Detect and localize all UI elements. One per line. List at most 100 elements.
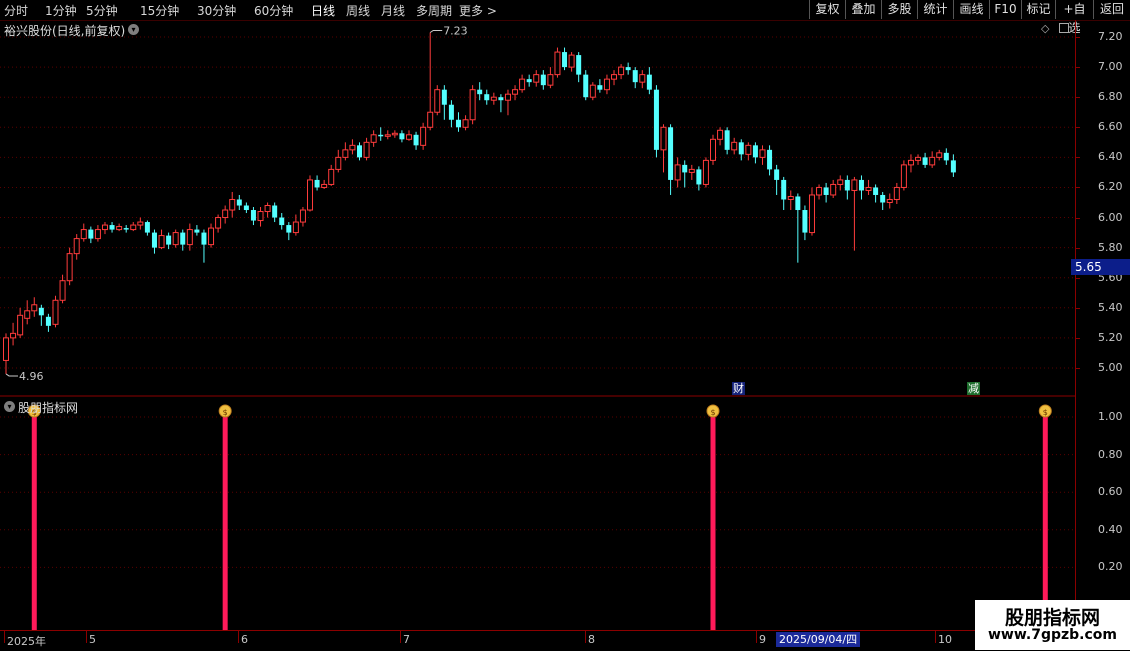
candle-body: [286, 225, 292, 233]
price-tick-label: 6.60: [1098, 120, 1123, 134]
candle-body: [808, 194, 815, 234]
candle-body: [10, 332, 17, 339]
candle-body: [420, 126, 427, 146]
candle-body: [17, 314, 24, 336]
period-tab-6[interactable]: 日线: [311, 2, 335, 19]
toolbar-button-6[interactable]: 标记: [1021, 0, 1055, 19]
candle-body: [568, 54, 575, 68]
candle-body: [292, 221, 299, 234]
date-label: 10: [938, 633, 952, 646]
period-tab-4[interactable]: 30分钟: [197, 2, 236, 19]
candle-body: [342, 149, 349, 158]
candle-body: [504, 93, 511, 101]
candle-body: [88, 229, 94, 239]
toolbar-button-5[interactable]: F10: [989, 0, 1021, 19]
period-tab-10[interactable]: 更多 >: [459, 2, 497, 19]
candle-body: [434, 89, 441, 113]
finance-tag[interactable]: 财: [732, 382, 745, 395]
current-price-tag: 5.65: [1071, 259, 1130, 275]
period-tab-0[interactable]: 分时: [4, 2, 28, 19]
signal-bar: [710, 417, 716, 630]
price-tick: [1075, 127, 1080, 129]
candle-body: [59, 280, 66, 301]
period-tab-2[interactable]: 5分钟: [86, 2, 118, 19]
candle-body: [441, 89, 447, 105]
indicator-tick-label: 0.40: [1098, 522, 1123, 536]
candle-body: [109, 225, 115, 230]
toolbar-button-1[interactable]: 叠加: [845, 0, 881, 19]
candle-body: [321, 183, 328, 188]
candle-body: [731, 141, 738, 151]
price-tick: [1075, 307, 1080, 309]
date-tick: [4, 631, 5, 643]
price-tick: [1075, 97, 1080, 99]
candle-body: [130, 224, 137, 231]
candle-body: [45, 316, 51, 326]
price-tick-label: 5.20: [1098, 330, 1123, 344]
date-tick: [585, 631, 586, 643]
date-tick: [400, 631, 401, 643]
candle-body: [484, 94, 490, 101]
high-price-label: 7.23: [443, 25, 468, 38]
candle-body: [519, 78, 526, 91]
candle-body: [201, 232, 207, 245]
date-tick: [86, 631, 87, 643]
toolbar-button-7[interactable]: +自选: [1055, 0, 1093, 35]
candle-body: [900, 164, 907, 188]
candle-body: [950, 160, 956, 173]
period-tab-7[interactable]: 周线: [346, 2, 370, 19]
date-tick: [238, 631, 239, 643]
reduce-tag[interactable]: 减: [967, 382, 980, 395]
candle-body: [696, 169, 702, 185]
candle-body: [589, 84, 596, 98]
date-label: 2025年: [7, 635, 46, 648]
price-tick: [1075, 67, 1080, 69]
candle-body: [31, 304, 38, 312]
date-label: 5: [89, 633, 96, 646]
candle-body: [710, 138, 716, 161]
date-axis: 2025年 5 6 7 8 9 10 2025/09/04/四: [0, 630, 1130, 651]
date-tick: [935, 631, 936, 643]
candle-body: [413, 134, 419, 146]
toolbar-button-8[interactable]: 返回: [1093, 0, 1130, 19]
candle-body: [611, 74, 618, 80]
candle-body: [767, 149, 773, 170]
candle-body: [257, 211, 264, 222]
toolbar-button-4[interactable]: 画线: [953, 0, 989, 19]
period-tab-9[interactable]: 多周期: [416, 2, 452, 19]
toolbar-button-3[interactable]: 统计: [917, 0, 953, 19]
candle-body: [646, 74, 652, 90]
candle-body: [80, 229, 87, 240]
candle-body: [279, 217, 285, 226]
chart-area[interactable]: $ $ $ $ 7.234.96: [0, 20, 1075, 630]
period-tab-5[interactable]: 60分钟: [254, 2, 293, 19]
candle-body: [639, 74, 646, 83]
period-tab-1[interactable]: 1分钟: [45, 2, 77, 19]
toolbar-button-2[interactable]: 多股: [881, 0, 917, 19]
candle-body: [229, 198, 236, 211]
watermark-url: www.7gpzb.com: [987, 627, 1117, 643]
candle-body: [752, 145, 758, 158]
candle-body: [166, 235, 172, 245]
candle-body: [907, 159, 914, 166]
period-tab-3[interactable]: 15分钟: [140, 2, 179, 19]
candle-body: [844, 179, 850, 191]
candle-body: [682, 164, 688, 173]
candle-body: [101, 224, 108, 231]
price-tick: [1075, 217, 1080, 219]
chevron-down-icon[interactable]: ▾: [4, 401, 15, 412]
candle-body: [787, 195, 794, 200]
period-toolbar: 分时 1分钟 5分钟 15分钟 30分钟 60分钟 日线 周线 月线 多周期 更多 > 复权 叠加 多股统…: [0, 0, 1130, 35]
candle-body: [759, 149, 766, 158]
period-tab-8[interactable]: 月线: [381, 2, 405, 19]
indicator-tick-label: 0.60: [1098, 485, 1123, 499]
candle-body: [498, 97, 504, 101]
candle-body: [469, 89, 476, 121]
toolbar-button-0[interactable]: 复权: [809, 0, 845, 19]
candle-body: [307, 179, 314, 211]
candle-body: [477, 89, 483, 95]
candle-body: [490, 96, 497, 101]
candle-body: [194, 229, 200, 233]
price-tick: [1075, 337, 1080, 339]
price-tick-label: 6.40: [1098, 150, 1123, 164]
